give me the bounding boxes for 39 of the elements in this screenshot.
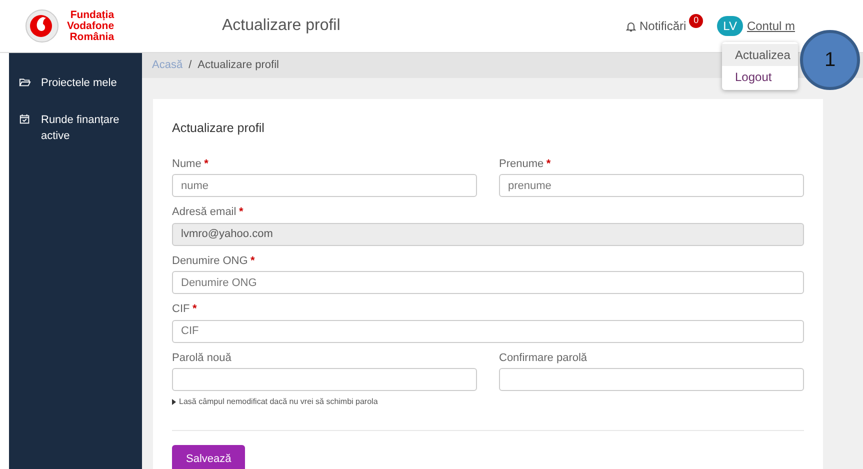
- logo-icon: [25, 9, 59, 43]
- callout-tooltip: 1: [800, 30, 860, 90]
- field-label: Nume: [172, 156, 202, 172]
- breadcrumb-separator: /: [188, 58, 192, 74]
- required-asterisk: *: [238, 205, 244, 220]
- input-field[interactable]: [172, 368, 477, 392]
- account-link[interactable]: Contul m: [746, 17, 795, 35]
- field-label: Confirmare parolă: [499, 350, 588, 366]
- input-field[interactable]: CIF: [172, 320, 804, 343]
- input-field[interactable]: nume: [172, 174, 477, 198]
- input-field[interactable]: Denumire ONG: [172, 271, 804, 294]
- hint-text: Lasă câmpul nemodificat dacă nu vrei să schimbi parola: [179, 396, 378, 408]
- field-label: Parolă nouă: [172, 350, 232, 366]
- sidebar-item[interactable]: Proiectele mele: [9, 75, 142, 112]
- required-asterisk: *: [250, 254, 255, 269]
- logo-text: Fundația Vodafone România: [67, 10, 114, 42]
- required-asterisk: *: [192, 302, 197, 318]
- page-title: Actualizare profil: [222, 16, 342, 36]
- avatar-initials: LV: [717, 16, 743, 36]
- field-label: Denumire ONG: [172, 254, 248, 269]
- folder-icon: [19, 76, 31, 88]
- notification-count-badge: 0: [689, 14, 704, 28]
- menu-item[interactable]: Actualizea: [722, 44, 798, 66]
- field-label: Prenume: [499, 156, 544, 172]
- bell-icon: [626, 20, 636, 32]
- input-field[interactable]: [499, 368, 804, 392]
- form-title: Actualizare profil: [172, 120, 266, 137]
- save-button[interactable]: Salvează: [172, 445, 246, 469]
- required-asterisk: *: [546, 156, 551, 172]
- caret-icon: [172, 399, 176, 406]
- field-label: CIF: [172, 302, 190, 318]
- breadcrumb-current: Actualizare profil: [198, 58, 279, 74]
- menu-item[interactable]: Logout: [722, 66, 798, 88]
- input-field[interactable]: prenume: [499, 174, 804, 198]
- notifications-link[interactable]: Notificări 0: [626, 17, 704, 35]
- required-asterisk: *: [204, 156, 208, 172]
- calendar-icon: [19, 112, 31, 124]
- sidebar-item[interactable]: Runde finanțare active: [9, 112, 142, 164]
- field-label: Adresă email: [172, 205, 236, 220]
